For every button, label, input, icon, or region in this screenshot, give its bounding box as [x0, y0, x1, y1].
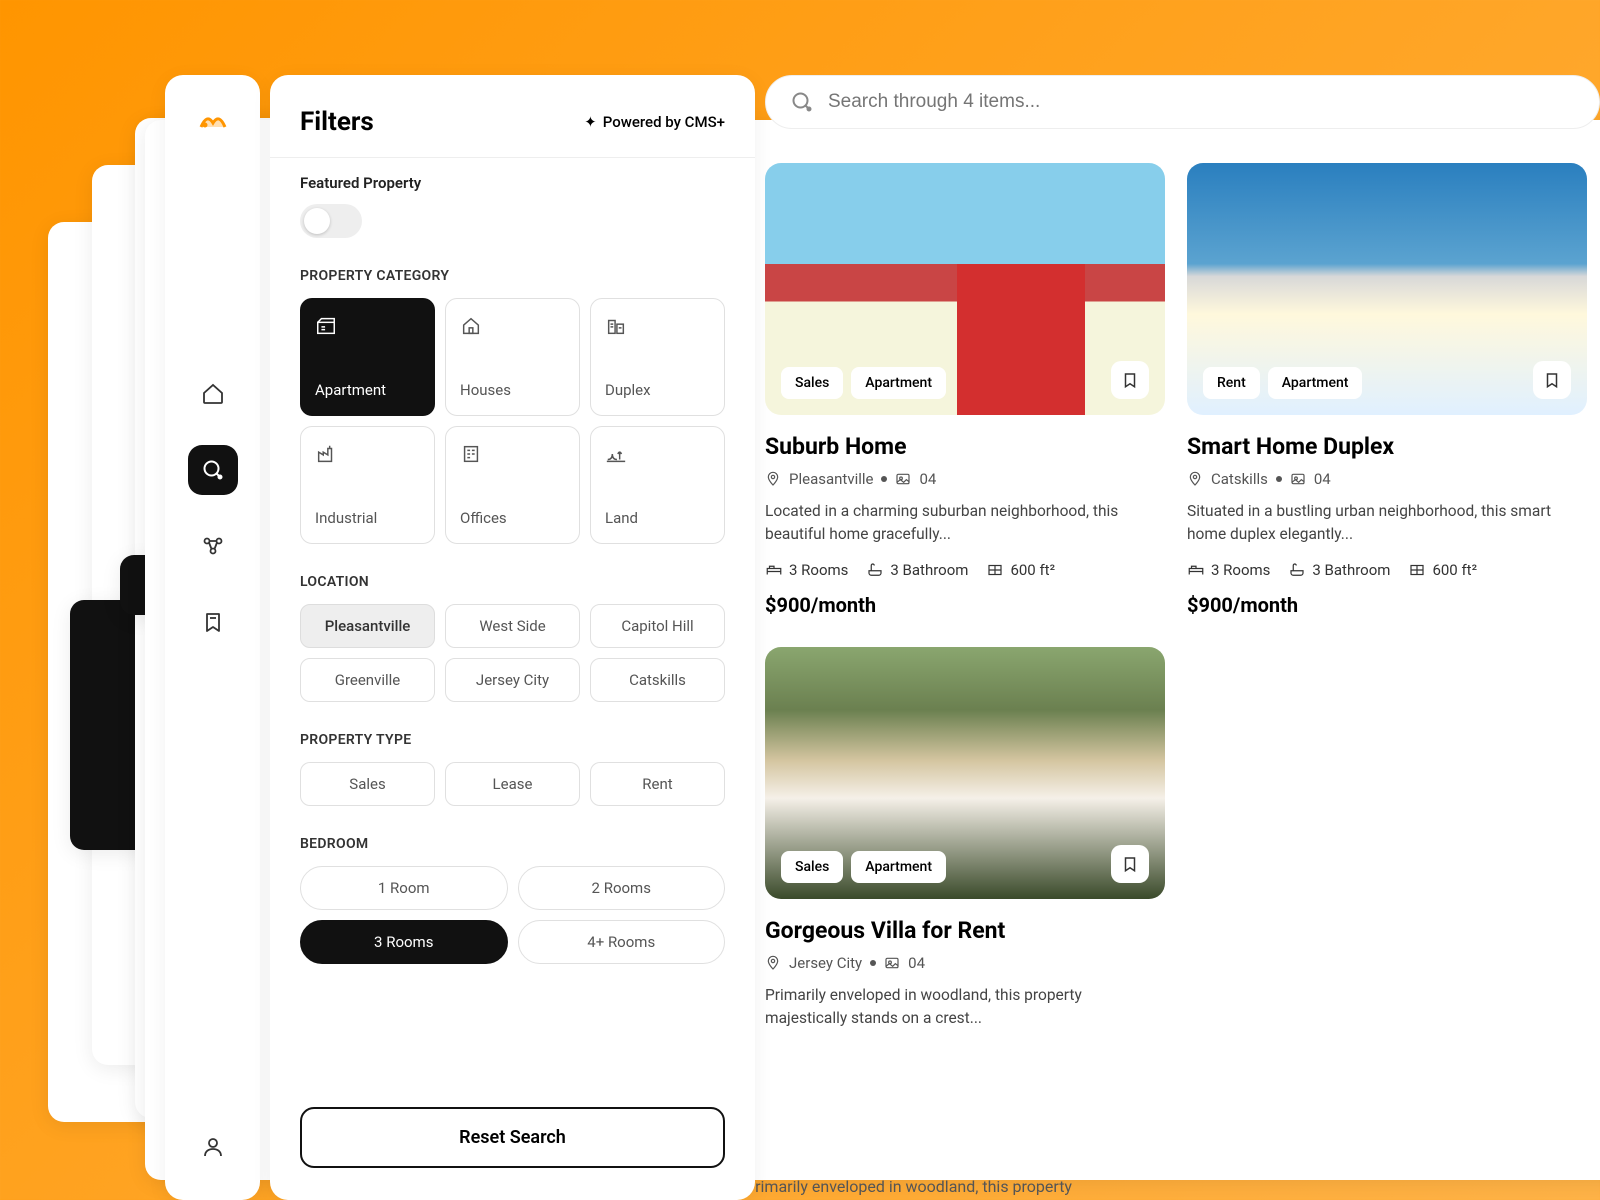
listing-price: $900/month: [1187, 593, 1587, 617]
sparkle-icon: ✦: [584, 113, 597, 131]
listings-area: Sales Apartment Suburb Home Pleasantvill…: [765, 75, 1600, 1200]
search-input[interactable]: [828, 91, 1575, 113]
sidebar: [165, 75, 260, 1200]
type-lease[interactable]: Lease: [445, 762, 580, 806]
photos-icon: [1290, 471, 1306, 487]
listing-tag: Sales: [781, 367, 843, 399]
listing-location: Catskills: [1211, 470, 1268, 488]
listing-photos: 04: [908, 954, 925, 972]
category-houses[interactable]: Houses: [445, 298, 580, 416]
listing-description: Located in a charming suburban neighborh…: [765, 500, 1165, 547]
listing-image: Sales Apartment: [765, 163, 1165, 415]
category-land[interactable]: Land: [590, 426, 725, 544]
listing-image: Sales Apartment: [765, 647, 1165, 899]
listing-title: Smart Home Duplex: [1187, 433, 1587, 460]
photos-icon: [895, 471, 911, 487]
listing-card[interactable]: Sales Apartment Suburb Home Pleasantvill…: [765, 163, 1165, 617]
featured-toggle[interactable]: [300, 204, 362, 238]
powered-by-label: ✦ Powered by CMS+: [584, 113, 725, 131]
listing-image: Rent Apartment: [1187, 163, 1587, 415]
category-offices[interactable]: Offices: [445, 426, 580, 544]
listing-description: Primarily enveloped in woodland, this pr…: [765, 984, 1165, 1031]
bedroom-3[interactable]: 3 Rooms: [300, 920, 508, 964]
bedroom-4plus[interactable]: 4+ Rooms: [518, 920, 726, 964]
type-sales[interactable]: Sales: [300, 762, 435, 806]
location-pleasantville[interactable]: Pleasantville: [300, 604, 435, 648]
listing-description: Situated in a bustling urban neighborhoo…: [1187, 500, 1587, 547]
type-rent[interactable]: Rent: [590, 762, 725, 806]
bath-icon: [1288, 561, 1306, 579]
location-catskills[interactable]: Catskills: [590, 658, 725, 702]
nav-search[interactable]: [188, 445, 238, 495]
pin-icon: [765, 471, 781, 487]
nav-home[interactable]: [188, 369, 238, 419]
listing-photos: 04: [1314, 470, 1331, 488]
category-industrial[interactable]: Industrial: [300, 426, 435, 544]
listing-tag: Sales: [781, 851, 843, 883]
listing-price: $900/month: [765, 593, 1165, 617]
listing-card[interactable]: Rent Apartment Smart Home Duplex Catskil…: [1187, 163, 1587, 617]
pin-icon: [1187, 471, 1203, 487]
bed-icon: [765, 561, 783, 579]
bookmark-icon: [1543, 371, 1561, 389]
listing-photos: 04: [919, 470, 936, 488]
listing-location: Pleasantville: [789, 470, 873, 488]
category-apartment[interactable]: Apartment: [300, 298, 435, 416]
listing-tag: Apartment: [851, 851, 946, 883]
listing-tag: Apartment: [851, 367, 946, 399]
app-logo-icon: [195, 103, 231, 139]
bookmark-button[interactable]: [1533, 361, 1571, 399]
bedroom-1[interactable]: 1 Room: [300, 866, 508, 910]
area-icon: [1408, 561, 1426, 579]
search-icon: [790, 90, 814, 114]
filters-panel: Filters ✦ Powered by CMS+ Featured Prope…: [270, 75, 755, 1200]
filters-title: Filters: [300, 107, 374, 137]
nav-bookmarks[interactable]: [188, 597, 238, 647]
reset-search-button[interactable]: Reset Search: [300, 1107, 725, 1168]
category-duplex[interactable]: Duplex: [590, 298, 725, 416]
listing-tag: Rent: [1203, 367, 1260, 399]
bookmark-icon: [1121, 371, 1139, 389]
featured-label: Featured Property: [300, 174, 725, 192]
location-capitolhill[interactable]: Capitol Hill: [590, 604, 725, 648]
listing-title: Gorgeous Villa for Rent: [765, 917, 1165, 944]
listing-tag: Apartment: [1268, 367, 1363, 399]
location-label: LOCATION: [300, 574, 725, 590]
bookmark-button[interactable]: [1111, 845, 1149, 883]
bedroom-2[interactable]: 2 Rooms: [518, 866, 726, 910]
location-westside[interactable]: West Side: [445, 604, 580, 648]
bath-icon: [866, 561, 884, 579]
bookmark-button[interactable]: [1111, 361, 1149, 399]
location-jerseycity[interactable]: Jersey City: [445, 658, 580, 702]
listing-title: Suburb Home: [765, 433, 1165, 460]
nav-profile[interactable]: [188, 1122, 238, 1172]
bedroom-label: BEDROOM: [300, 836, 725, 852]
nav-network[interactable]: [188, 521, 238, 571]
listing-card[interactable]: Sales Apartment Gorgeous Villa for Rent …: [765, 647, 1165, 1045]
area-icon: [986, 561, 1004, 579]
category-label: PROPERTY CATEGORY: [300, 268, 725, 284]
location-greenville[interactable]: Greenville: [300, 658, 435, 702]
bookmark-icon: [1121, 855, 1139, 873]
search-bar[interactable]: [765, 75, 1600, 129]
listing-location: Jersey City: [789, 954, 862, 972]
pin-icon: [765, 955, 781, 971]
bed-icon: [1187, 561, 1205, 579]
photos-icon: [884, 955, 900, 971]
type-label: PROPERTY TYPE: [300, 732, 725, 748]
